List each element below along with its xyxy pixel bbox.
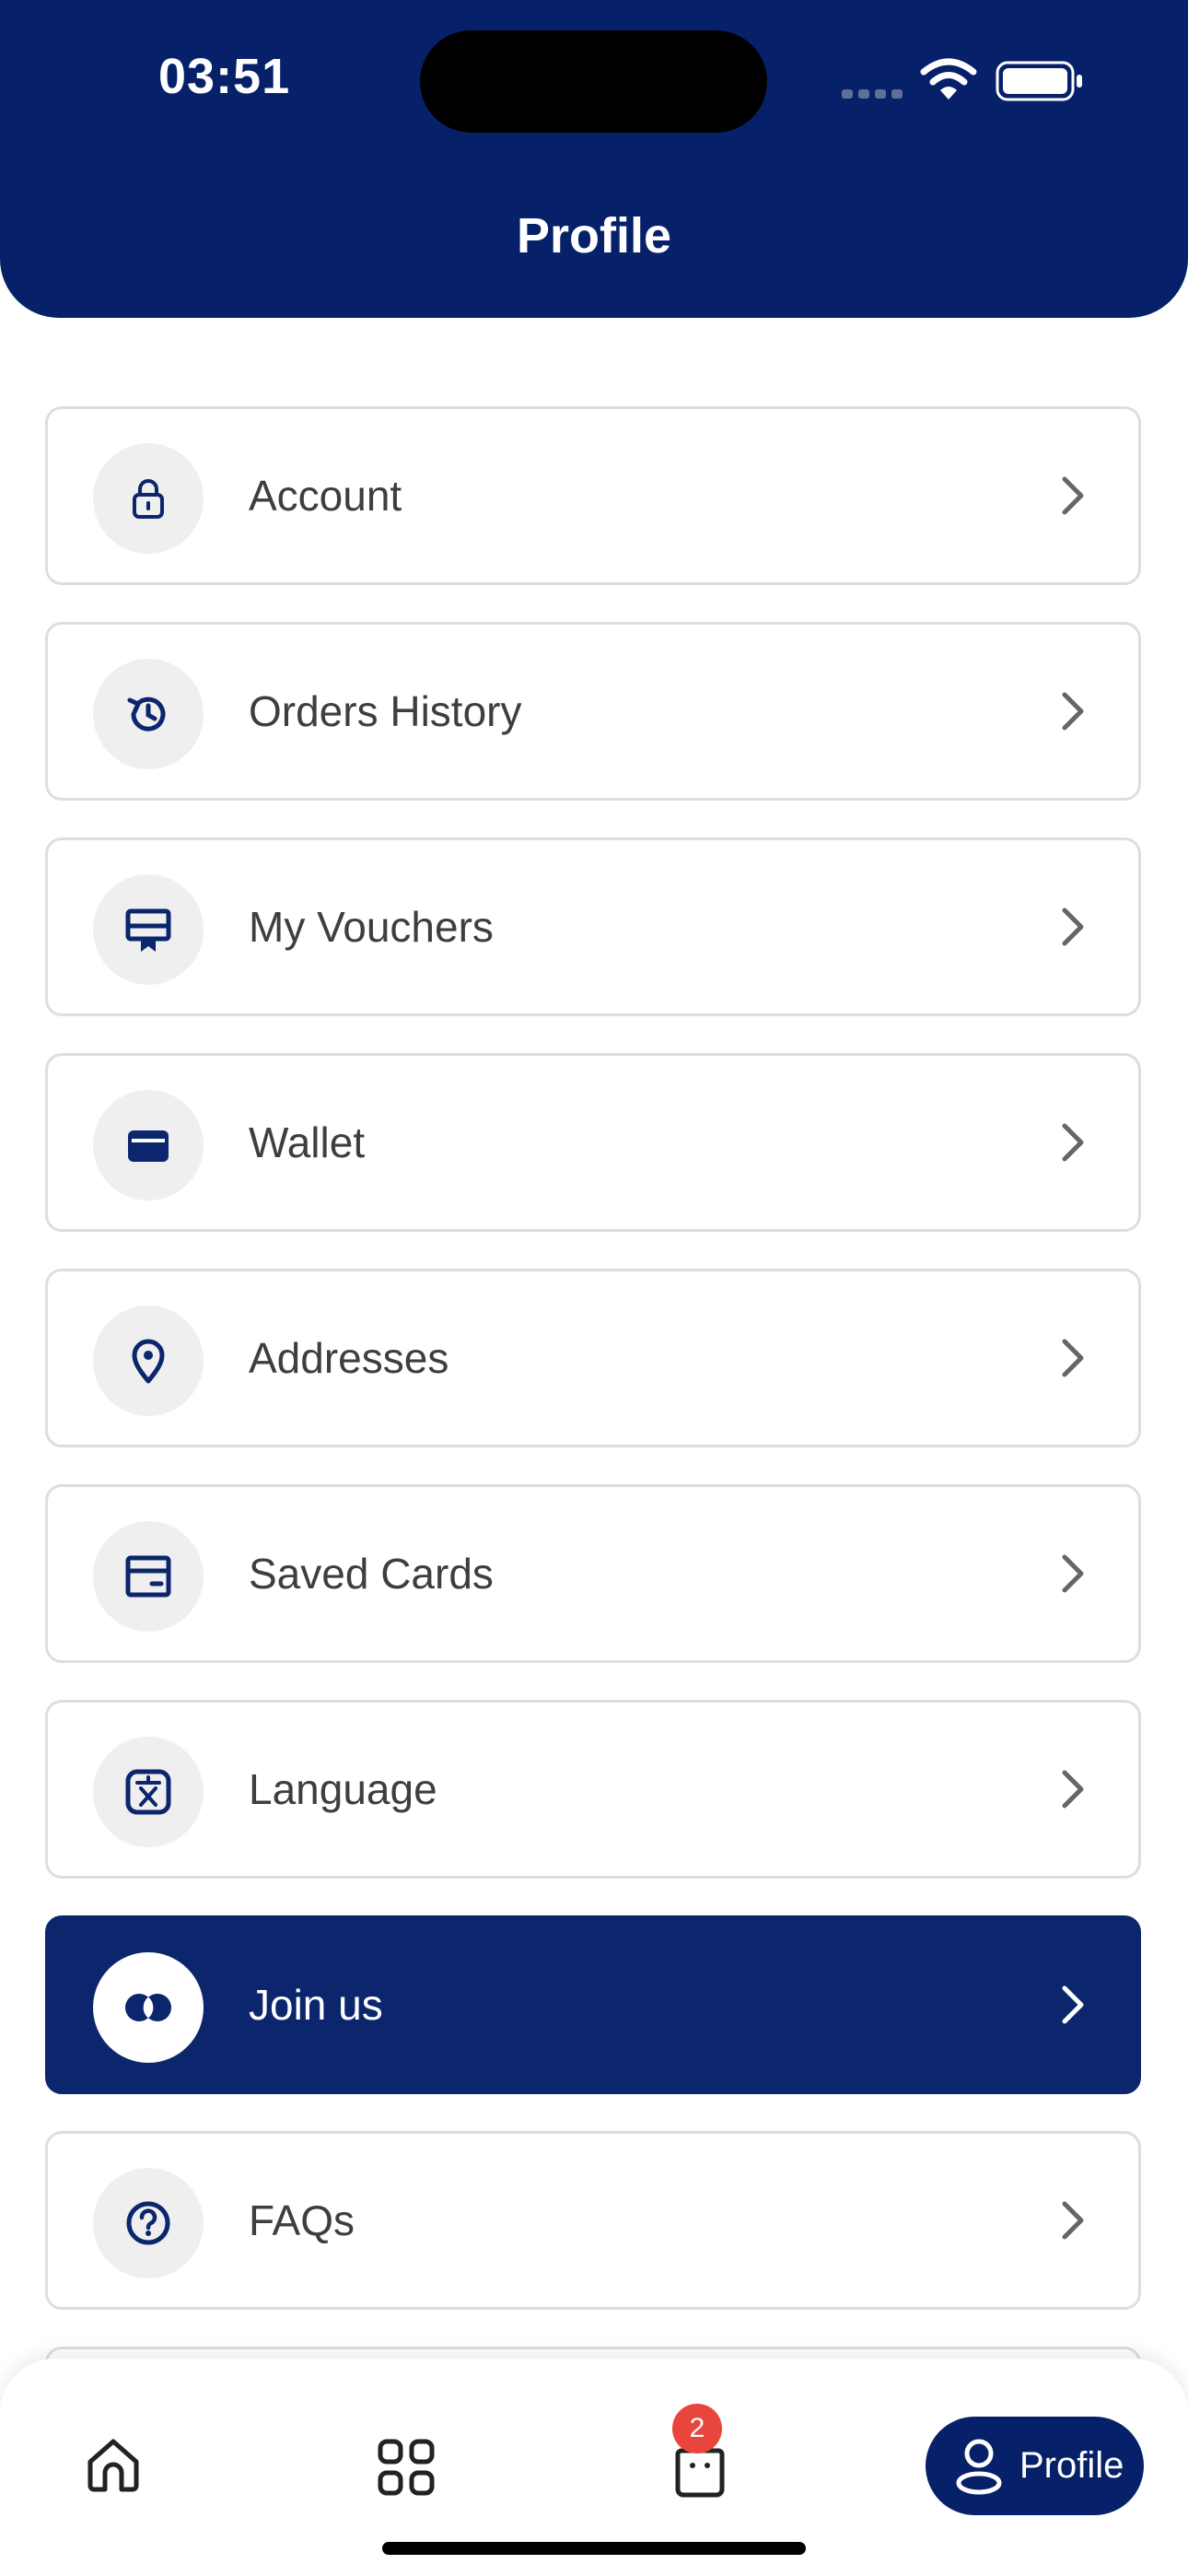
chevron-right-icon xyxy=(1062,476,1084,515)
history-icon xyxy=(127,697,166,732)
cellular-signal-icon xyxy=(842,87,908,103)
card-icon xyxy=(125,1555,171,1598)
chevron-right-icon xyxy=(1062,1339,1084,1377)
chevron-right-icon xyxy=(1062,1770,1084,1809)
voucher-icon xyxy=(125,908,171,952)
translate-icon xyxy=(125,1769,171,1815)
help-icon xyxy=(126,2201,170,2245)
menu-icon-circle xyxy=(93,443,204,554)
status-time: 03:51 xyxy=(158,49,291,104)
menu-icon-circle xyxy=(93,2168,204,2278)
menu-item-join-us[interactable]: Join us xyxy=(45,1915,1141,2094)
tab-profile[interactable]: Profile xyxy=(926,2417,1144,2515)
menu-item-language[interactable]: Language xyxy=(45,1700,1141,1879)
menu-item-label: Wallet xyxy=(249,1118,366,1166)
menu-item-label: My Vouchers xyxy=(249,903,494,951)
menu-item-label: FAQs xyxy=(249,2196,355,2244)
tab-profile-label: Profile xyxy=(1019,2445,1124,2486)
location-pin-icon xyxy=(132,1339,165,1384)
chevron-right-icon xyxy=(1062,1985,1084,2024)
menu-icon-circle xyxy=(93,874,204,985)
menu-item-orders-history[interactable]: Orders History xyxy=(45,622,1141,801)
menu-item-saved-cards[interactable]: Saved Cards xyxy=(45,1484,1141,1663)
menu-item-addresses[interactable]: Addresses xyxy=(45,1269,1141,1447)
user-icon xyxy=(956,2439,1002,2495)
menu-item-label: Addresses xyxy=(249,1334,449,1382)
menu-icon-circle xyxy=(93,1306,204,1416)
lock-icon xyxy=(133,479,164,519)
page-title: Profile xyxy=(516,208,672,263)
home-icon[interactable] xyxy=(83,2434,144,2495)
menu-icon-circle xyxy=(93,659,204,769)
menu-item-account[interactable]: Account xyxy=(45,406,1141,585)
categories-grid-icon[interactable] xyxy=(376,2437,437,2498)
menu-icon-circle xyxy=(93,1521,204,1632)
wifi-icon xyxy=(920,58,977,100)
menu-item-label: Orders History xyxy=(249,687,522,735)
battery-icon xyxy=(996,61,1082,101)
chevron-right-icon xyxy=(1062,1554,1084,1593)
menu-item-label: Account xyxy=(249,472,402,520)
chevron-right-icon xyxy=(1062,907,1084,946)
join-rings-icon xyxy=(125,1994,171,2021)
header-bar: 03:51 Profile xyxy=(0,0,1188,318)
menu-item-faqs[interactable]: FAQs xyxy=(45,2131,1141,2310)
menu-item-my-vouchers[interactable]: My Vouchers xyxy=(45,837,1141,1016)
menu-icon-circle xyxy=(93,1090,204,1200)
chevron-right-icon xyxy=(1062,692,1084,731)
menu-item-wallet[interactable]: Wallet xyxy=(45,1053,1141,1232)
menu-item-label: Language xyxy=(249,1765,437,1813)
chevron-right-icon xyxy=(1062,1123,1084,1162)
chevron-right-icon xyxy=(1062,2201,1084,2240)
menu-icon-circle xyxy=(93,1737,204,1847)
dynamic-island xyxy=(420,30,767,133)
wallet-icon xyxy=(128,1130,169,1162)
menu-item-label: Saved Cards xyxy=(249,1550,494,1598)
cart-count-badge: 2 xyxy=(672,2404,722,2453)
menu-item-label: Join us xyxy=(249,1981,383,2029)
home-indicator xyxy=(382,2542,806,2555)
menu-icon-circle xyxy=(93,1952,204,2063)
